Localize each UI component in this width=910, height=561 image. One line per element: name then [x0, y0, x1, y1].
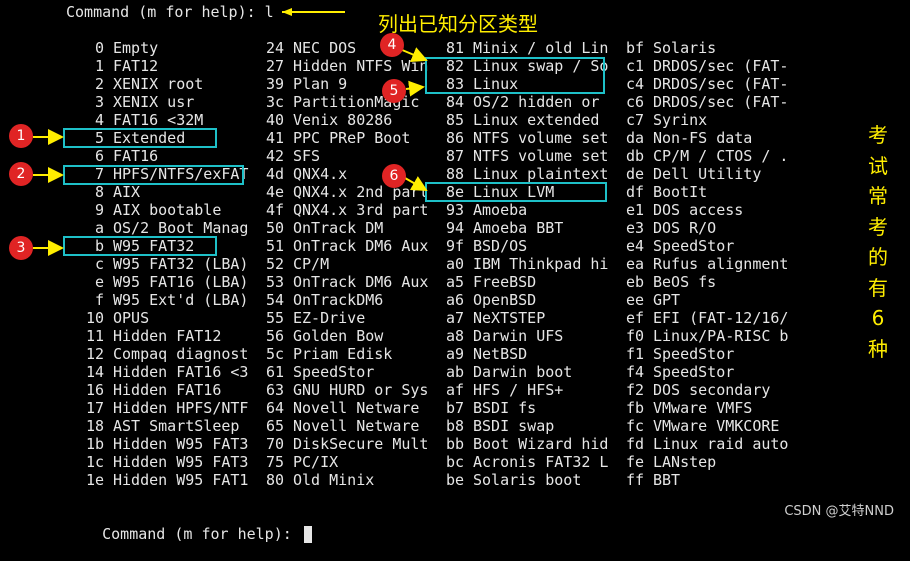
badge-3: 3: [9, 236, 33, 260]
side-note-char: 常: [868, 184, 888, 208]
side-note-char: 考: [868, 123, 888, 147]
badge-5: 5: [382, 79, 406, 103]
side-note-exam-six-types: 考试常考的有6种: [866, 120, 890, 364]
side-note-char: 试: [868, 153, 888, 178]
badge-6: 6: [382, 164, 406, 188]
side-note-char: 6: [871, 306, 885, 330]
side-note-char: 的: [868, 245, 888, 269]
watermark: CSDN @艾特NND: [784, 504, 894, 519]
note-list-known-types: 列出已知分区类型: [378, 12, 538, 36]
side-note-char: 有: [868, 275, 888, 300]
badge-1: 1: [9, 124, 33, 148]
side-note-char: 考: [868, 214, 888, 239]
side-note-char: 种: [868, 336, 888, 361]
badge-2: 2: [9, 162, 33, 186]
annotation-arrows: [33, 8, 428, 256]
